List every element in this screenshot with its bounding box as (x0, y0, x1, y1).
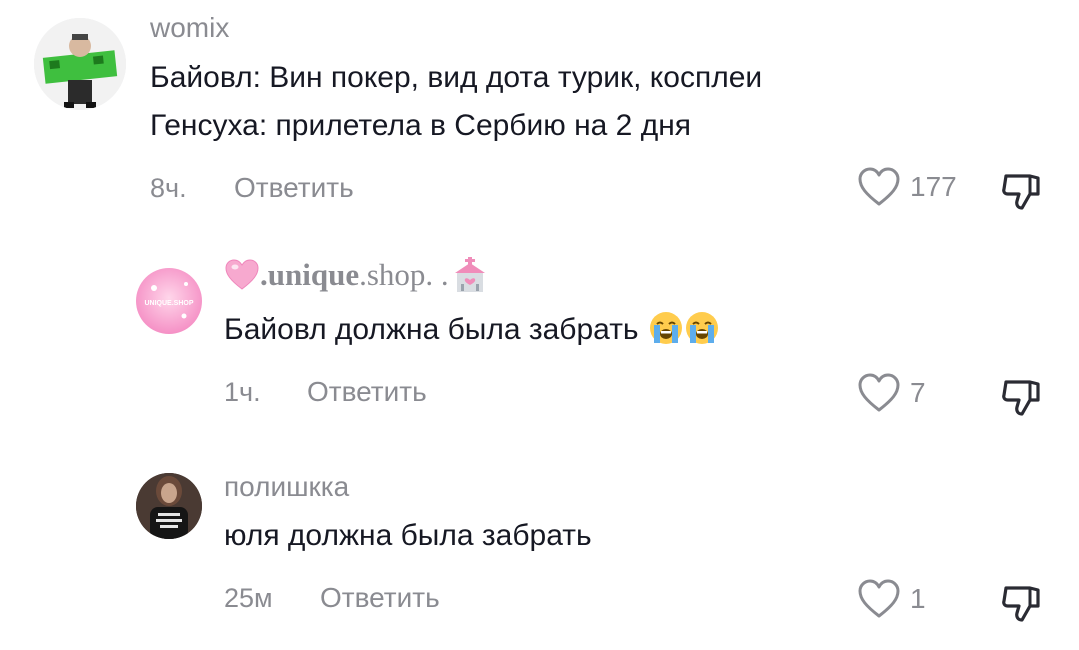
username-text: .unique.shop. . (260, 257, 449, 293)
avatar-image (136, 473, 202, 539)
dislike-button[interactable] (1000, 580, 1046, 631)
username[interactable]: полишкка (224, 471, 349, 503)
heart-outline-icon (858, 373, 900, 412)
reply-button[interactable]: Ответить (307, 376, 427, 408)
heart-outline-icon (858, 579, 900, 618)
comment-timestamp: 25м (224, 583, 273, 613)
like-count: 177 (910, 171, 957, 202)
username-part: .unique (260, 257, 360, 292)
avatar-image (34, 18, 126, 110)
like-button[interactable]: 177 (856, 166, 957, 208)
comment-timestamp: 1ч. (224, 377, 261, 407)
avatar-label: UNIQUE.SHOP (144, 300, 193, 307)
loudly-crying-face-emoji (685, 312, 718, 344)
comment-text-line: Байовл должна была забрать (224, 307, 719, 353)
comment-text-line: юля должна была забрать (224, 519, 592, 552)
like-button[interactable]: 1 (856, 578, 926, 620)
like-count: 7 (910, 377, 926, 408)
username[interactable]: womix (150, 12, 229, 44)
like-button[interactable]: 7 (856, 372, 926, 414)
wedding-chapel-emoji (454, 257, 485, 292)
comment-text-line: Генсуха: прилетела в Сербию на 2 дня (150, 109, 692, 142)
loudly-crying-face-emoji (649, 312, 682, 344)
comment-timestamp: 8ч. (150, 173, 187, 203)
avatar[interactable] (136, 473, 202, 539)
thumbs-down-icon (1002, 174, 1040, 210)
comment-item: полишкка юля должна была забрать 25м Отв… (0, 455, 1079, 650)
reply-button[interactable]: Ответить (234, 172, 354, 204)
comment-text-line: Байовл: Вин покер, вид дота турик, коспл… (150, 61, 763, 94)
dislike-button[interactable] (1000, 168, 1046, 219)
username-part: . . (425, 257, 449, 292)
thumbs-down-icon (1002, 380, 1040, 416)
avatar-image: UNIQUE.SHOP (136, 268, 202, 334)
username[interactable]: .unique.shop. . (224, 256, 489, 294)
like-count: 1 (910, 583, 926, 614)
username-part: .shop (359, 257, 426, 292)
reply-button[interactable]: Ответить (320, 582, 440, 614)
avatar[interactable] (34, 18, 126, 110)
pink-heart-emoji (225, 259, 259, 290)
avatar[interactable]: UNIQUE.SHOP (136, 268, 202, 334)
heart-outline-icon (858, 167, 900, 206)
dislike-button[interactable] (1000, 374, 1046, 425)
comment-item: womix Байовл: Вин покер, вид дота турик,… (0, 0, 1079, 230)
comment-text: Байовл должна была забрать (224, 313, 639, 346)
thumbs-down-icon (1002, 586, 1040, 622)
comment-item: UNIQUE.SHOP .unique.shop. . Байовл должн… (0, 240, 1079, 440)
